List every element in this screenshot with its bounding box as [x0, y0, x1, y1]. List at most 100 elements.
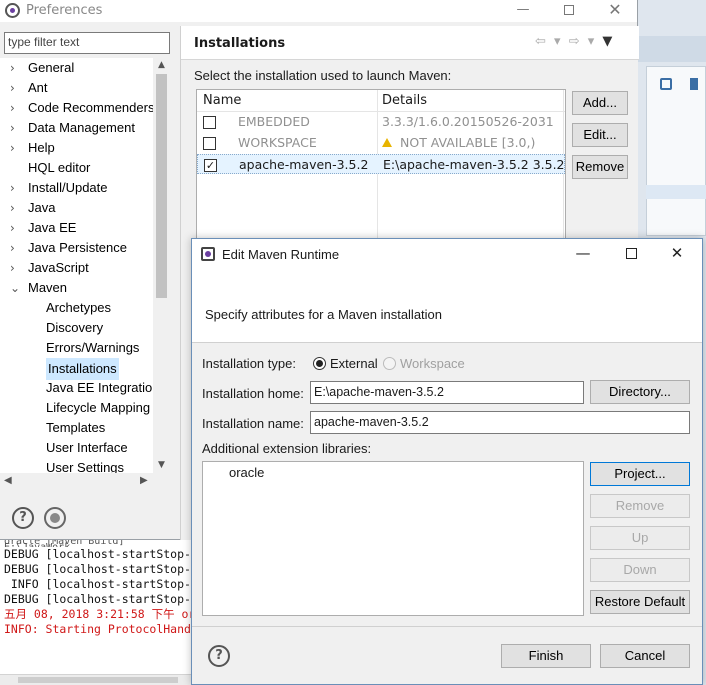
up-button[interactable]: Up — [590, 526, 690, 550]
installation-name-input[interactable]: apache-maven-3.5.2 — [310, 411, 690, 434]
tree-item[interactable]: ⌄ Maven — [10, 278, 67, 298]
column-name[interactable]: Name — [203, 93, 241, 108]
chevron-right-icon[interactable]: › — [10, 98, 22, 118]
console-hscroll-thumb[interactable] — [18, 677, 178, 683]
tree-item[interactable]: › Help — [10, 138, 55, 158]
tree-item[interactable]: › Data Management — [10, 118, 135, 138]
maximize-icon — [625, 248, 637, 259]
chevron-right-icon[interactable]: › — [10, 78, 22, 98]
tree-item-label: HQL editor — [28, 160, 91, 175]
chevron-right-icon[interactable]: › — [10, 198, 22, 218]
tree-hscrollbar[interactable]: ◀ ▶ — [0, 473, 170, 489]
tree-item-label: Java Persistence — [28, 240, 127, 255]
project-button[interactable]: Project... — [590, 462, 690, 486]
scroll-right-icon[interactable]: ▶ — [140, 475, 148, 486]
ext-remove-button[interactable]: Remove — [590, 494, 690, 518]
scroll-left-icon[interactable]: ◀ — [4, 475, 12, 486]
nav-arrows[interactable]: ⇦ ▾ ⇨ ▾ ▼ — [535, 34, 614, 49]
tree-item-label: Installations — [46, 358, 119, 380]
bookmark-icon — [690, 78, 698, 90]
tree-item[interactable]: › JavaScript — [10, 258, 89, 278]
back-icon[interactable]: ⇦ ▾ — [535, 34, 563, 49]
tree-scroll-thumb[interactable] — [156, 74, 167, 298]
external-radio[interactable] — [313, 357, 326, 370]
edit-button[interactable]: Edit... — [572, 123, 628, 147]
tree-item[interactable]: › Install/Update — [10, 178, 108, 198]
workspace-radio-label[interactable]: Workspace — [400, 356, 465, 371]
chevron-right-icon[interactable]: › — [10, 58, 22, 78]
chevron-right-icon[interactable]: › — [10, 218, 22, 238]
installation-home-input[interactable]: E:\apache-maven-3.5.2 — [310, 381, 584, 404]
row-details-text: NOT AVAILABLE [3.0,) — [400, 135, 536, 150]
row-name: WORKSPACE — [238, 135, 317, 150]
filter-input[interactable]: type filter text — [4, 32, 170, 54]
close-button[interactable]: ✕ — [592, 0, 638, 22]
tree-item[interactable]: › Java Persistence — [10, 238, 127, 258]
remove-button[interactable]: Remove — [572, 155, 628, 179]
dialog-app-icon — [201, 247, 215, 261]
console-lines: DEBUG [localhost-startStop- DEBUG [localh… — [4, 547, 200, 637]
tree-item[interactable]: › General — [10, 58, 74, 78]
dialog-close-button[interactable]: ✕ — [662, 244, 692, 264]
tree-item-label: Maven — [28, 280, 68, 295]
chevron-right-icon[interactable]: › — [10, 238, 22, 258]
dialog-minimize-button[interactable]: — — [568, 244, 598, 264]
tree-item[interactable]: HQL editor — [10, 158, 90, 178]
chevron-right-icon[interactable]: › — [10, 258, 22, 278]
row-details-text: E:\apache-maven-3.5.2 3.5.2 — [383, 157, 565, 172]
add-button[interactable]: Add... — [572, 91, 628, 115]
tree-item[interactable]: › Ant — [10, 78, 48, 98]
console-header: oracle [Maven Build] E:\JavaWork... — [4, 539, 125, 547]
chevron-down-icon[interactable]: ⌄ — [10, 278, 22, 298]
scroll-down-icon[interactable]: ▼ — [153, 458, 170, 472]
minimize-button[interactable]: — — [500, 0, 546, 22]
tree-item[interactable]: › Java EE — [10, 218, 76, 238]
table-row[interactable]: EMBEDDED 3.3.3/1.6.0.20150526-2031 — [197, 112, 565, 132]
view-menu-icon[interactable]: ▼ — [602, 34, 614, 49]
tree-item[interactable]: › Java — [10, 198, 55, 218]
tree-item-label: Java EE Integration — [46, 380, 160, 395]
table-row[interactable]: ✓ apache-maven-3.5.2 E:\apache-maven-3.5.2… — [197, 154, 565, 174]
chevron-right-icon[interactable]: › — [10, 138, 22, 158]
tree-item-label: Help — [28, 140, 55, 155]
preferences-titlebar: Preferences — ✕ — [0, 0, 637, 22]
extension-libraries-list: oracle — [202, 461, 584, 616]
column-details[interactable]: Details — [382, 93, 427, 108]
table-header: Name Details — [197, 90, 565, 112]
help-icon[interactable]: ? — [208, 645, 230, 667]
list-item[interactable]: oracle — [229, 465, 264, 480]
installation-type-label: Installation type: — [202, 356, 296, 371]
down-button[interactable]: Down — [590, 558, 690, 582]
help-icon[interactable]: ? — [12, 507, 34, 529]
console-hscrollbar[interactable] — [0, 674, 200, 685]
console-line: INFO: Starting ProtocolHand — [4, 622, 191, 636]
external-radio-label[interactable]: External — [330, 356, 378, 371]
directory-button[interactable]: Directory... — [590, 380, 690, 404]
tree-item-label: Java — [28, 200, 56, 215]
row-checkbox[interactable] — [203, 137, 216, 150]
chevron-right-icon[interactable]: › — [10, 118, 22, 138]
dialog-titlebar: Edit Maven Runtime — ✕ — [192, 239, 702, 270]
console-line: 五月 08, 2018 3:21:58 下午 org. — [4, 607, 200, 621]
scroll-up-icon[interactable]: ▲ — [153, 58, 170, 72]
table-row[interactable]: WORKSPACE NOT AVAILABLE [3.0,) — [197, 133, 565, 153]
warning-icon — [382, 138, 392, 147]
workspace-radio[interactable] — [383, 357, 396, 370]
tree-item-label: Ant — [28, 80, 48, 95]
installation-name-label: Installation name: — [202, 416, 304, 431]
record-icon[interactable] — [44, 507, 66, 529]
row-checkbox[interactable] — [203, 116, 216, 129]
tree-vscrollbar[interactable]: ▲ ▼ — [153, 58, 170, 473]
restore-default-button[interactable]: Restore Default — [590, 590, 690, 614]
page-description: Select the installation used to launch M… — [194, 68, 452, 83]
row-checkbox[interactable]: ✓ — [204, 159, 217, 172]
chevron-right-icon[interactable]: › — [10, 178, 22, 198]
row-details: E:\apache-maven-3.5.2 3.5.2 — [383, 155, 565, 175]
maximize-button[interactable] — [546, 0, 592, 22]
forward-icon[interactable]: ⇨ ▾ — [569, 34, 597, 49]
tree-item[interactable]: › Code Recommenders — [10, 98, 154, 118]
finish-button[interactable]: Finish — [501, 644, 591, 668]
row-name: EMBEDDED — [238, 114, 310, 129]
cancel-button[interactable]: Cancel — [600, 644, 690, 668]
dialog-maximize-button[interactable] — [616, 244, 646, 264]
